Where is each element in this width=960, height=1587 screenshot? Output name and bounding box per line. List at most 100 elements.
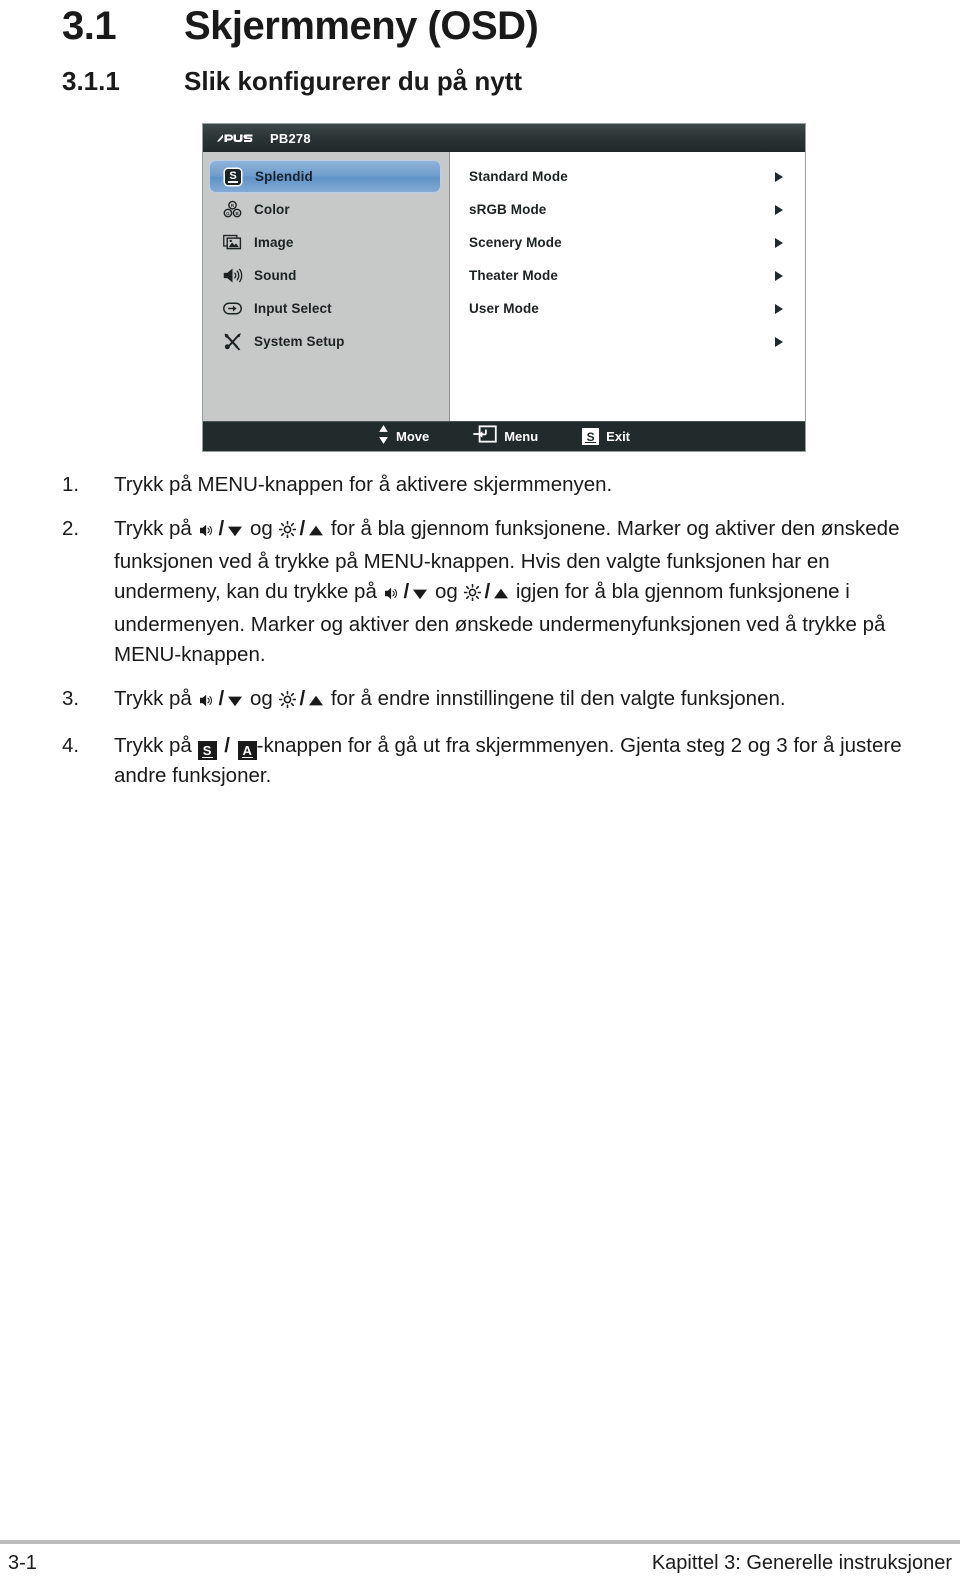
instruction-step-3: 3. Trykk på / og / for å endre innstilli…	[62, 684, 922, 717]
osd-item-label: System Setup	[254, 334, 345, 349]
step-number: 4.	[62, 734, 80, 757]
separator-slash: /	[299, 517, 306, 540]
step-text-segment: Trykk på MENU-knappen for å aktivere skj…	[114, 473, 613, 496]
separator-slash: /	[403, 580, 410, 603]
chevron-right-icon	[775, 237, 783, 248]
step-text-segment: og	[429, 580, 464, 603]
osd-item-label: Image	[254, 235, 294, 250]
osd-submenu-list: Standard Mode sRGB Mode Scenery Mode The…	[450, 152, 805, 421]
system-tools-icon	[221, 331, 243, 353]
chevron-right-icon	[775, 303, 783, 314]
section-heading-2: 3.1.1 Slik konfigurerer du på nytt	[62, 66, 522, 97]
menu-enter-icon	[473, 425, 497, 448]
separator-slash: /	[484, 580, 491, 603]
instruction-list: 1. Trykk på MENU-knappen for å aktivere …	[62, 470, 922, 805]
sound-speaker-icon	[384, 580, 401, 610]
osd-submenu-row[interactable]: Standard Mode	[450, 160, 805, 193]
osd-hint-menu: Menu	[473, 425, 538, 448]
chevron-right-icon	[775, 171, 783, 182]
osd-item-color[interactable]: R G B Color	[209, 193, 441, 226]
step-text: Trykk på / og / for å endre innstillinge…	[114, 684, 922, 717]
instruction-step-4: 4. Trykk på S / A -knappen for å gå ut fr…	[62, 731, 922, 791]
splendid-s-key-icon: S	[197, 741, 217, 760]
chapter-label: Kapittel 3: Generelle instruksjoner	[651, 1552, 952, 1574]
step-number: 3.	[62, 687, 80, 710]
osd-submenu-row[interactable]: sRGB Mode	[450, 193, 805, 226]
step-text-segment: for å endre innstillingene til den valgt…	[325, 687, 786, 710]
move-updown-icon	[378, 424, 389, 449]
osd-hint-move: Move	[378, 424, 430, 449]
page-title: Skjermmeny (OSD)	[184, 4, 539, 48]
separator-slash: /	[218, 517, 225, 540]
sound-speaker-icon	[199, 687, 216, 717]
osd-window: PB278 S Splendid R G B Color Image Sound…	[203, 124, 805, 451]
step-text-segment: Trykk på	[114, 734, 198, 757]
osd-item-input-select[interactable]: Input Select	[209, 292, 441, 325]
osd-hint-exit: S Exit	[582, 428, 630, 445]
osd-model-label: PB278	[270, 130, 311, 146]
osd-item-image[interactable]: Image	[209, 226, 441, 259]
separator-slash: /	[299, 687, 306, 710]
osd-submenu-label: sRGB Mode	[469, 202, 547, 217]
chevron-right-icon	[775, 270, 783, 281]
step-text-segment: og	[244, 517, 279, 540]
footer-divider	[0, 1540, 960, 1544]
osd-submenu-row[interactable]	[450, 325, 805, 358]
osd-submenu-label: Scenery Mode	[469, 235, 562, 250]
osd-hint-label: Exit	[606, 429, 631, 444]
separator-slash: /	[218, 687, 225, 710]
step-text-segment: Trykk på	[114, 687, 198, 710]
brightness-sun-icon	[464, 580, 482, 610]
page-number: 3-1	[8, 1552, 37, 1574]
document-page: 3.1 Skjermmeny (OSD) 3.1.1 Slik konfigur…	[0, 0, 960, 1587]
osd-submenu-row[interactable]: Theater Mode	[450, 259, 805, 292]
subsection-title: Slik konfigurerer du på nytt	[184, 66, 523, 96]
asus-logo-icon	[217, 132, 261, 145]
osd-submenu-label: Standard Mode	[469, 169, 568, 184]
color-rgb-icon: R G B	[221, 199, 243, 221]
brightness-sun-icon	[279, 517, 297, 547]
brightness-sun-icon	[279, 687, 297, 717]
osd-category-list: S Splendid R G B Color Image Sound Input…	[203, 152, 450, 421]
svg-text:B: B	[235, 211, 238, 216]
osd-item-label: Color	[254, 202, 290, 217]
triangle-up-icon	[308, 517, 324, 547]
osd-titlebar: PB278	[203, 124, 805, 152]
osd-item-label: Sound	[254, 268, 297, 283]
chevron-right-icon	[775, 204, 783, 215]
step-text-segment: Trykk på	[114, 517, 198, 540]
osd-hint-bar: Move Menu S Exit	[203, 421, 805, 451]
splendid-s-icon: S	[222, 166, 244, 188]
instruction-step-2: 2. Trykk på / og / for å bla gjennom fun…	[62, 514, 922, 670]
page-footer: 3-1 Kapittel 3: Generelle instruksjoner	[0, 1552, 960, 1575]
input-arrow-icon	[221, 298, 243, 320]
step-text: Trykk på MENU-knappen for å aktivere skj…	[114, 470, 922, 500]
osd-item-system-setup[interactable]: System Setup	[209, 325, 441, 358]
image-picture-icon	[221, 232, 243, 254]
auto-a-key-icon: A	[237, 741, 257, 760]
osd-submenu-label: User Mode	[469, 301, 539, 316]
osd-hint-label: Menu	[504, 429, 539, 444]
osd-submenu-label: Theater Mode	[469, 268, 558, 283]
osd-item-label: Splendid	[255, 169, 313, 184]
triangle-up-icon	[308, 687, 324, 717]
osd-body: S Splendid R G B Color Image Sound Input…	[203, 152, 805, 421]
sound-speaker-icon	[199, 517, 216, 547]
separator-slash: /	[218, 734, 236, 757]
sound-speaker-icon	[221, 265, 243, 287]
triangle-down-icon	[412, 580, 428, 610]
step-number: 1.	[62, 473, 80, 496]
osd-submenu-row[interactable]: Scenery Mode	[450, 226, 805, 259]
instruction-step-1: 1. Trykk på MENU-knappen for å aktivere …	[62, 470, 922, 500]
osd-item-sound[interactable]: Sound	[209, 259, 441, 292]
subsection-number: 3.1.1	[62, 66, 120, 96]
osd-item-label: Input Select	[254, 301, 332, 316]
osd-submenu-row[interactable]: User Mode	[450, 292, 805, 325]
triangle-up-icon	[493, 580, 509, 610]
osd-hint-label: Move	[395, 429, 430, 444]
step-text-segment: og	[244, 687, 279, 710]
osd-item-splendid[interactable]: S Splendid	[209, 160, 441, 193]
svg-text:R: R	[230, 203, 234, 208]
triangle-down-icon	[227, 687, 243, 717]
section-heading-1: 3.1 Skjermmeny (OSD)	[62, 4, 539, 49]
